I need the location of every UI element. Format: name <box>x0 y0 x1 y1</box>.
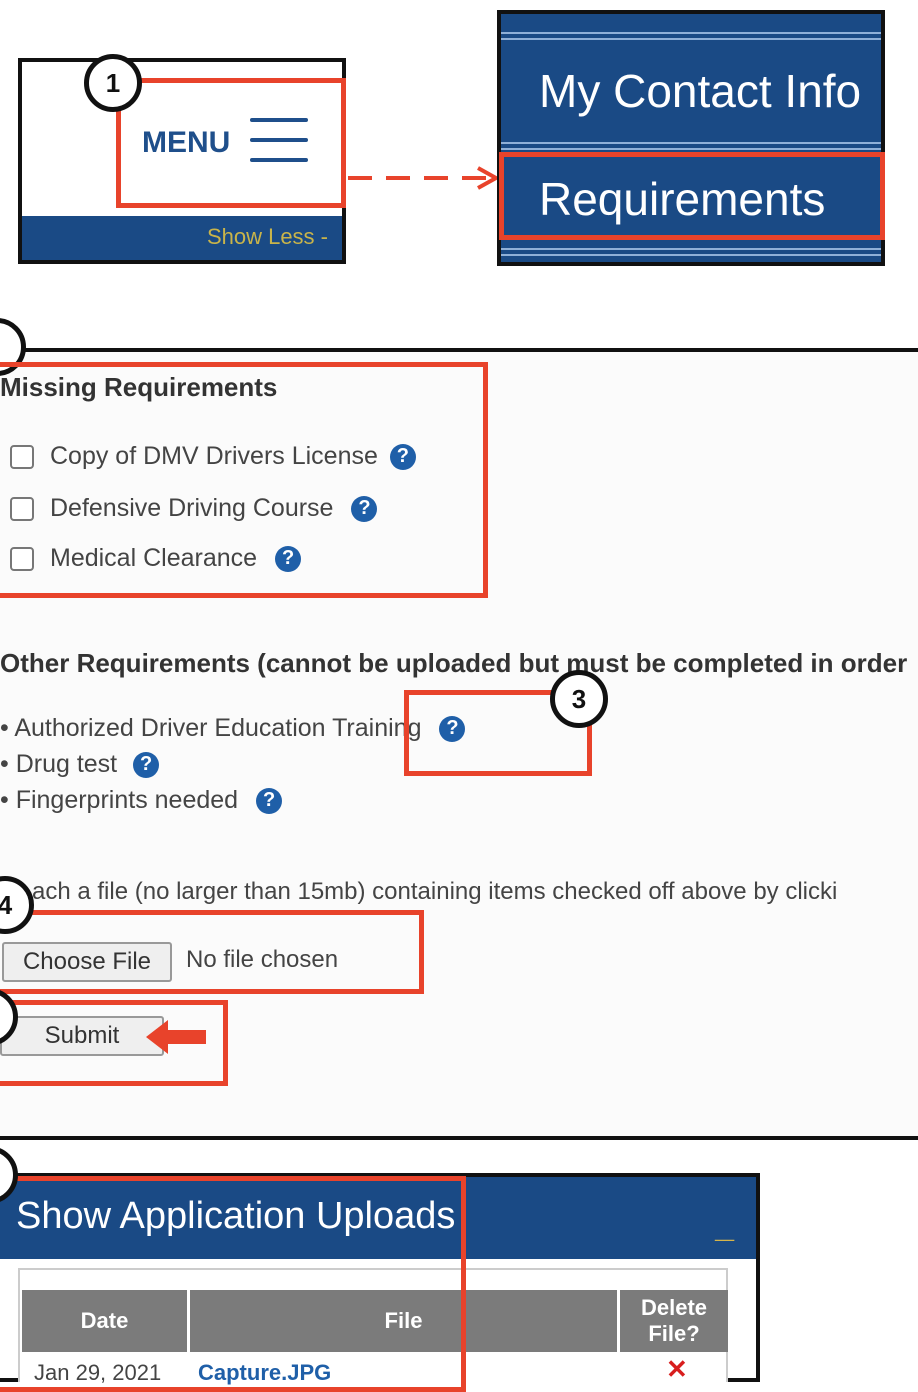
dashed-arrow <box>348 166 501 190</box>
highlight-box-missing <box>0 362 488 598</box>
delete-icon[interactable]: ✕ <box>666 1354 688 1385</box>
highlight-box-uploads <box>0 1176 466 1392</box>
step-badge-3: 3 <box>550 670 608 728</box>
other-item-label: • Fingerprints needed <box>0 786 239 814</box>
divider-bottom <box>0 1136 918 1140</box>
collapse-toggle[interactable]: _ <box>715 1207 734 1246</box>
other-item-drug-test: • Drug test ? <box>0 750 160 779</box>
highlight-box-submit <box>0 1000 228 1086</box>
help-icon[interactable]: ? <box>256 787 283 814</box>
nav-item-my-contact-info[interactable]: My Contact Info <box>539 64 861 118</box>
attach-instruction: ach a file (no larger than 15mb) contain… <box>32 878 838 905</box>
other-item-fingerprints: • Fingerprints needed ? <box>0 786 283 815</box>
help-icon[interactable]: ? <box>133 751 160 778</box>
step-badge-1: 1 <box>84 54 142 112</box>
other-item-training: • Authorized Driver Education Training ? <box>0 714 466 743</box>
other-item-label: • Drug test <box>0 750 118 778</box>
highlight-box-requirements <box>499 152 885 240</box>
other-item-label: • Authorized Driver Education Training <box>0 714 422 742</box>
highlight-box-menu <box>116 78 346 208</box>
other-requirements-title: Other Requirements (cannot be uploaded b… <box>0 648 908 678</box>
highlight-box-file <box>0 910 424 994</box>
col-header-delete: Delete File? <box>620 1290 728 1352</box>
show-less-link[interactable]: Show Less - <box>207 224 328 250</box>
show-less-bar: Show Less - <box>22 216 342 260</box>
